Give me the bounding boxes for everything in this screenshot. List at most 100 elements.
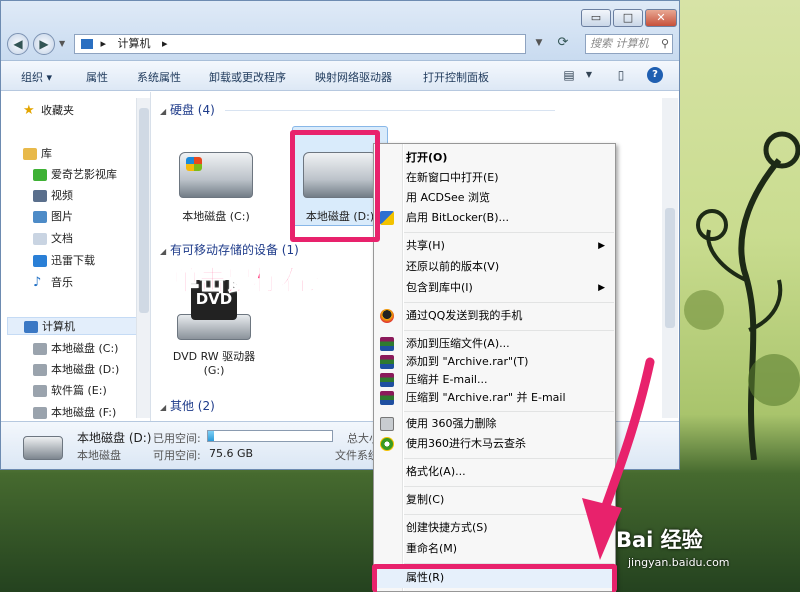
shredder-icon <box>380 417 394 431</box>
drive-icon <box>33 343 47 355</box>
menu-open-new-window[interactable]: 在新窗口中打开(E) <box>374 168 615 188</box>
organize-button[interactable]: 组织 ▾ <box>21 69 52 85</box>
nav-label: 本地磁盘 (D:) <box>51 363 120 376</box>
menu-add-archive-rar[interactable]: 添加到 "Archive.rar"(T) <box>374 352 615 372</box>
breadcrumb-separator-icon: ▸ <box>100 37 107 50</box>
iqiyi-icon <box>33 169 47 181</box>
collapse-icon: ◢ <box>160 107 167 116</box>
pictures-icon <box>33 211 47 223</box>
address-bar[interactable]: ▸ 计算机 ▸ <box>74 34 526 54</box>
used-space-bar <box>207 430 333 442</box>
title-bar: ▭ □ ✕ ◀ ▶ ▼ ▸ 计算机 ▸ ▼ ⟳ 搜索 计算机 ⚲ <box>1 1 679 61</box>
menu-label: 共享(H) <box>406 239 445 252</box>
menu-create-shortcut[interactable]: 创建快捷方式(S) <box>374 518 615 538</box>
back-arrow-icon: ◀ <box>13 37 23 51</box>
nav-label: 文档 <box>51 232 73 245</box>
control-panel-button[interactable]: 打开控制面板 <box>423 69 489 85</box>
menu-label: 重命名(M) <box>406 542 458 555</box>
menu-qq-send[interactable]: 通过QQ发送到我的手机 <box>374 306 615 326</box>
nav-label: 迅雷下载 <box>51 254 95 267</box>
breadcrumb-chevron-icon[interactable]: ▸ <box>162 37 168 50</box>
scroll-thumb[interactable] <box>139 108 149 313</box>
navigation-pane: ★ 收藏夹 库 爱奇艺影视库 视频 图片 文档 迅雷下载 ♪ 音乐 计算机 本地磁盘… <box>1 92 151 421</box>
group-header-removable[interactable]: ◢ 有可移动存储的设备 (1) <box>160 241 299 258</box>
nav-label: 本地磁盘 (F:) <box>51 406 117 419</box>
menu-compress-email[interactable]: 压缩并 E-mail... <box>374 370 615 390</box>
nav-scrollbar[interactable] <box>136 98 150 418</box>
view-options-icon[interactable]: ▤ <box>561 67 577 83</box>
forward-button[interactable]: ▶ <box>33 33 55 55</box>
menu-open[interactable]: 打开(O) <box>374 148 615 168</box>
library-icon <box>23 148 37 160</box>
drive-label: DVD RW 驱动器 <box>172 350 256 363</box>
annotation-box-properties <box>372 564 617 592</box>
menu-label: 压缩并 E-mail... <box>406 373 488 386</box>
drive-c[interactable]: 本地磁盘 (C:) <box>170 152 262 224</box>
menu-label: 用 ACDSee 浏览 <box>406 191 490 204</box>
menu-separator <box>404 232 614 233</box>
menu-label: 格式化(A)... <box>406 465 466 478</box>
menu-label: 启用 BitLocker(B)... <box>406 211 510 224</box>
nav-computer[interactable]: 计算机 <box>7 317 139 335</box>
uninstall-button[interactable]: 卸载或更改程序 <box>209 69 286 85</box>
winrar-icon <box>380 391 394 405</box>
scroll-thumb[interactable] <box>665 208 675 328</box>
nav-label: 本地磁盘 (C:) <box>51 342 119 355</box>
nav-label: 音乐 <box>51 276 73 289</box>
winrar-icon <box>380 337 394 351</box>
system-properties-button[interactable]: 系统属性 <box>137 69 181 85</box>
help-icon[interactable]: ? <box>647 67 663 83</box>
forward-arrow-icon: ▶ <box>39 37 49 51</box>
submenu-arrow-icon: ▶ <box>598 241 605 251</box>
map-drive-button[interactable]: 映射网络驱动器 <box>315 69 392 85</box>
menu-include-library[interactable]: 包含到库中(I) ▶ <box>374 278 615 298</box>
drive-icon <box>33 385 47 397</box>
menu-360-delete[interactable]: 使用 360强力删除 <box>374 414 615 434</box>
content-scrollbar[interactable] <box>662 98 678 418</box>
group-divider <box>224 110 555 111</box>
video-icon <box>33 190 47 202</box>
history-dropdown-icon[interactable]: ▼ <box>59 39 65 48</box>
nav-label: 爱奇艺影视库 <box>51 168 117 181</box>
computer-small-icon <box>81 39 93 49</box>
search-placeholder: 搜索 计算机 <box>590 37 649 50</box>
properties-button[interactable]: 属性 <box>86 69 108 85</box>
free-space-label: 可用空间: <box>153 449 201 462</box>
minimize-button[interactable]: ▭ <box>581 9 611 27</box>
menu-label: 打开(O) <box>406 151 448 164</box>
selected-drive-icon <box>23 436 63 460</box>
nav-label: 视频 <box>51 189 73 202</box>
menu-copy[interactable]: 复制(C) <box>374 490 615 510</box>
menu-add-archive[interactable]: 添加到压缩文件(A)... <box>374 334 615 354</box>
context-menu: 打开(O) 在新窗口中打开(E) 用 ACDSee 浏览 启用 BitLocke… <box>373 143 616 592</box>
menu-bitlocker[interactable]: 启用 BitLocker(B)... <box>374 208 615 228</box>
menu-rename[interactable]: 重命名(M) <box>374 539 615 559</box>
preview-pane-icon[interactable]: ▯ <box>613 67 629 83</box>
menu-separator <box>404 486 614 487</box>
menu-acdsee[interactable]: 用 ACDSee 浏览 <box>374 188 615 208</box>
menu-share[interactable]: 共享(H) ▶ <box>374 236 615 256</box>
back-button[interactable]: ◀ <box>7 33 29 55</box>
menu-360-scan[interactable]: 使用360进行木马云查杀 <box>374 434 615 454</box>
drive-icon <box>33 364 47 376</box>
computer-icon <box>24 321 38 333</box>
address-dropdown-icon[interactable]: ▼ <box>529 34 549 54</box>
search-input[interactable]: 搜索 计算机 ⚲ <box>585 34 673 54</box>
menu-format[interactable]: 格式化(A)... <box>374 462 615 482</box>
menu-label: 复制(C) <box>406 493 445 506</box>
breadcrumb-computer[interactable]: 计算机 <box>118 37 151 50</box>
view-dropdown-icon[interactable]: ▼ <box>581 67 597 83</box>
search-icon: ⚲ <box>660 37 669 50</box>
group-header-hdd[interactable]: ◢ 硬盘 (4) <box>160 101 555 118</box>
qq-penguin-icon <box>380 309 394 323</box>
group-header-other[interactable]: ◢ 其他 (2) <box>160 397 215 414</box>
menu-compress-rar-email[interactable]: 压缩到 "Archive.rar" 并 E-mail <box>374 388 615 408</box>
music-icon: ♪ <box>33 275 42 290</box>
shield-icon <box>380 211 394 225</box>
menu-restore-versions[interactable]: 还原以前的版本(V) <box>374 257 615 277</box>
refresh-icon[interactable]: ⟳ <box>553 34 573 54</box>
details-name: 本地磁盘 (D:) <box>77 431 152 445</box>
details-type: 本地磁盘 <box>77 449 121 462</box>
close-button[interactable]: ✕ <box>645 9 677 27</box>
maximize-button[interactable]: □ <box>613 9 643 27</box>
